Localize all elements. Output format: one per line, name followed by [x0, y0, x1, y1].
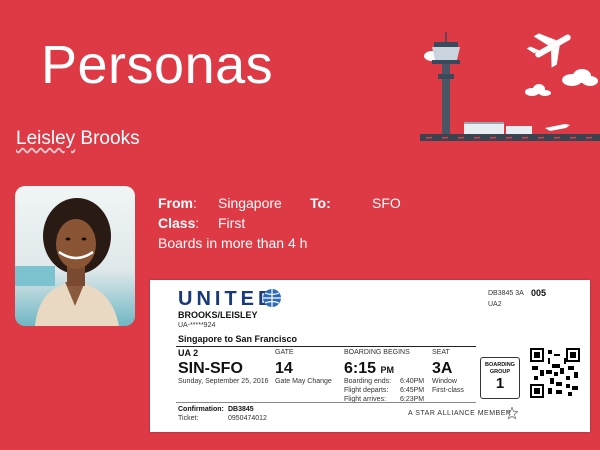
gate-label: GATE — [275, 349, 294, 356]
flight-info: From: Singapore To: SFO Class: First Boa… — [158, 193, 401, 253]
class-row: Class: First — [158, 215, 246, 231]
seat-label: SEAT — [432, 349, 450, 356]
from-label: From — [158, 195, 193, 211]
star-alliance-icon — [506, 407, 518, 419]
route-row: From: Singapore To: SFO — [158, 195, 401, 211]
class-value: First — [218, 215, 246, 231]
boarding-begins-label: BOARDING BEGINS — [344, 349, 410, 356]
seat-type: Window — [432, 378, 457, 385]
passenger-name: BROOKS/LEISLEY — [178, 310, 258, 320]
route-full: Singapore to San Francisco — [178, 334, 298, 344]
boarding-ends-label: Boarding ends: — [344, 378, 392, 385]
seat-number: 3A — [432, 360, 453, 377]
seat-class: First-class — [432, 387, 464, 394]
ticket-value: 0950474012 — [228, 415, 267, 422]
airport-illustration — [420, 32, 600, 141]
ticket-label: Ticket: — [178, 415, 199, 422]
route-code: SIN-SFO — [178, 360, 243, 377]
flight-departs-label: Flight departs: — [344, 387, 389, 394]
persona-name: Leisley Brooks — [16, 128, 140, 149]
boarding-group-box: BOARDING GROUP 1 — [480, 357, 520, 399]
globe-icon — [263, 289, 281, 307]
divider — [176, 346, 476, 347]
airplane-icon — [526, 33, 571, 68]
flight-departs-value: 6:45PM — [400, 387, 425, 394]
airplane-icon — [545, 124, 570, 131]
flight-date: Sunday, September 25, 2016 — [178, 378, 269, 385]
from-value: Singapore — [218, 195, 282, 211]
slide-title: Personas — [41, 35, 274, 95]
control-tower-icon — [432, 32, 460, 134]
passenger-id: UA-*****924 — [178, 322, 216, 329]
star-alliance-text: A STAR ALLIANCE MEMBER — [408, 410, 512, 417]
flight-ref-number: 005 — [531, 288, 547, 298]
boarding-time: 6:15 PM — [344, 360, 394, 377]
boarding-group-label: BOARDING GROUP — [485, 362, 515, 375]
class-label: Class — [158, 215, 196, 231]
persona-photo — [15, 186, 135, 326]
qr-code — [530, 348, 580, 398]
boarding-ends-value: 6:40PM — [400, 378, 425, 385]
to-value: SFO — [372, 195, 401, 211]
divider — [176, 402, 476, 403]
to-label: To: — [310, 195, 331, 211]
ua-code: UA2 — [488, 301, 502, 308]
confirmation-label: Confirmation: — [178, 406, 224, 413]
flight-ref: DB3845 3A — [488, 290, 524, 297]
gate-note: Gate May Change — [275, 378, 332, 385]
confirmation-value: DB3845 — [228, 406, 254, 413]
flight-number: UA 2 — [178, 348, 199, 358]
boarding-group-value: 1 — [495, 375, 505, 392]
gate-number: 14 — [275, 360, 293, 377]
boarding-notice: Boards in more than 4 h — [158, 235, 308, 251]
boarding-pass: UNITED DB3845 3A 005 UA2 BROOKS/LEISLEY … — [150, 280, 590, 432]
